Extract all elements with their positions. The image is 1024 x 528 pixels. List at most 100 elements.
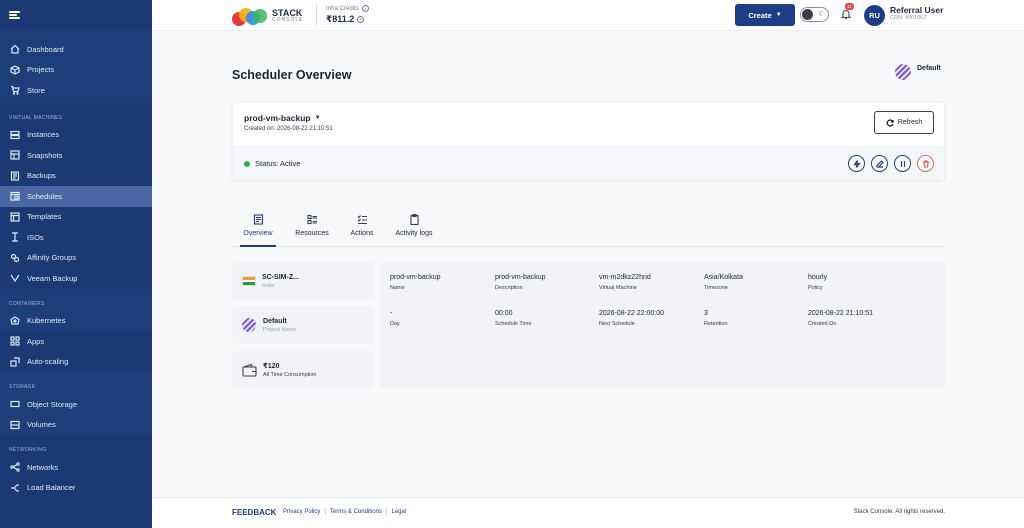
sidebar-item-volumes[interactable]: Volumes [0, 415, 152, 436]
project-name: Default [917, 64, 941, 72]
server-icon [9, 129, 20, 140]
logo-mark-icon [232, 6, 268, 26]
sidebar-item-backups[interactable]: Backups [0, 166, 152, 187]
notification-bell[interactable]: 11 [840, 3, 854, 22]
project-card: Default Project Name [232, 306, 374, 344]
schedule-selector[interactable]: prod-vm-backup ▼ [244, 113, 933, 123]
bucket-icon [9, 399, 20, 410]
project-avatar-icon [242, 318, 256, 332]
sidebar-networking-group: NETWORKING Networks Load Balancer [0, 435, 152, 498]
detail-value: 00:00 [495, 310, 513, 317]
sidebar-item-schedules[interactable]: Schedules [0, 186, 152, 207]
sidebar-item-veeam-backup[interactable]: Veeam Backup [0, 268, 152, 289]
user-info[interactable]: Referral User CRN: #001067 [890, 5, 943, 22]
detail-virtual-machine: vm-m2dkz22hnd Virtual Machine [599, 274, 651, 291]
sidebar-item-label: Templates [27, 212, 62, 222]
detail-value: 3 [704, 310, 708, 317]
sidebar-containers-group-2: Apps Auto-scaling [0, 331, 152, 372]
add-credits-icon[interactable]: + [357, 16, 365, 23]
loadbalancer-icon [9, 482, 20, 493]
project-selector[interactable]: Default [895, 64, 941, 80]
sidebar-item-isos[interactable]: ISOs [0, 227, 152, 248]
sidebar-item-label: Apps [27, 336, 45, 346]
footer-links: Privacy Policy | Terms & Conditions | Le… [283, 509, 406, 515]
detail-value: prod-vm-backup [495, 274, 546, 281]
legal-link[interactable]: Legal [392, 509, 407, 515]
schedule-card: prod-vm-backup ▼ Created on: 2026-08-22 … [232, 102, 945, 180]
kubernetes-icon [9, 315, 20, 326]
pause-button[interactable] [894, 155, 911, 172]
infra-credits: Infra Credits i ₹811.2 + [326, 5, 369, 25]
consumption-label: All Time Consumption [263, 372, 317, 378]
sidebar-item-label: Load Balancer [27, 483, 76, 493]
sidebar-item-label: Kubernetes [27, 316, 66, 326]
resources-icon [306, 214, 317, 225]
sidebar-item-projects[interactable]: Projects [0, 60, 152, 81]
region-country: India [262, 282, 274, 289]
sidebar-item-store[interactable]: Store [0, 80, 152, 101]
schedule-icon [9, 191, 20, 202]
india-flag-icon [242, 276, 256, 286]
sidebar-item-apps[interactable]: Apps [0, 331, 152, 352]
sidebar-item-label: Affinity Groups [27, 253, 77, 263]
terms-link[interactable]: Terms & Conditions [330, 509, 382, 515]
tab-actions[interactable]: Actions [346, 214, 378, 247]
logo-text: STACK CONSOLE [272, 9, 303, 23]
sidebar-containers-group: CONTAINERS Kubernetes [0, 288, 152, 332]
user-crn: CRN: #001067 [890, 15, 927, 22]
privacy-policy-link[interactable]: Privacy Policy [283, 509, 320, 515]
menu-icon[interactable] [9, 11, 20, 19]
delete-button[interactable] [917, 155, 934, 172]
sidebar: Dashboard Projects Store VIRTUAL MACHINE… [0, 0, 152, 528]
sidebar-item-templates[interactable]: Templates [0, 207, 152, 228]
feedback-link[interactable]: FEEDBACK [232, 508, 276, 517]
clipboard-icon [409, 214, 419, 225]
avatar[interactable]: RU [864, 5, 885, 26]
cart-icon [9, 85, 20, 96]
sun-icon [802, 9, 813, 20]
create-button[interactable]: Create ▼ [735, 4, 795, 26]
pause-icon [900, 160, 905, 167]
detail-value: 2026-08-22 21:10:51 [808, 310, 873, 317]
veeam-icon [9, 273, 20, 284]
sidebar-top [0, 0, 152, 30]
sidebar-item-label: Store [27, 85, 45, 95]
sidebar-item-label: Dashboard [27, 44, 64, 54]
tab-label: Actions [350, 230, 374, 237]
tab-activity-logs[interactable]: Activity logs [390, 214, 438, 247]
notification-badge: 11 [845, 3, 854, 10]
detail-value: hourly [808, 274, 828, 281]
overview-icon [253, 214, 263, 225]
sidebar-item-instances[interactable]: Instances [0, 125, 152, 146]
project-avatar-icon [895, 64, 911, 80]
sidebar-item-kubernetes[interactable]: Kubernetes [0, 311, 152, 332]
sidebar-item-label: Instances [27, 130, 60, 140]
sidebar-item-object-storage[interactable]: Object Storage [0, 394, 152, 415]
info-icon[interactable]: i [361, 5, 369, 12]
detail-key: Policy [808, 285, 823, 291]
sidebar-item-affinity-groups[interactable]: Affinity Groups [0, 248, 152, 269]
chevron-down-icon: ▼ [775, 12, 782, 18]
sidebar-heading-storage: STORAGE [9, 384, 36, 390]
stack-console-logo[interactable]: STACK CONSOLE [232, 6, 303, 26]
sidebar-item-dashboard[interactable]: Dashboard [0, 39, 152, 60]
sidebar-item-auto-scaling[interactable]: Auto-scaling [0, 352, 152, 373]
created-on: Created on: 2026-08-22 21:10:51 [244, 126, 333, 132]
checklist-icon [357, 215, 367, 225]
sidebar-item-load-balancer[interactable]: Load Balancer [0, 478, 152, 499]
tab-label: Overview [243, 230, 273, 237]
logo-line-2: CONSOLE [272, 17, 304, 23]
sidebar-item-label: Object Storage [27, 399, 78, 409]
sidebar-item-snapshots[interactable]: Snapshots [0, 145, 152, 166]
tab-overview[interactable]: Overview [240, 214, 276, 247]
edit-button[interactable] [871, 155, 888, 172]
refresh-button[interactable]: Refresh [874, 111, 934, 134]
top-header: STACK CONSOLE Infra Credits i ₹811.2 + Cre… [152, 0, 1024, 31]
theme-toggle[interactable]: ☾ [800, 7, 829, 22]
run-now-button[interactable] [848, 155, 865, 172]
sidebar-item-label: Networks [27, 462, 59, 472]
credits-value: ₹811.2 [326, 14, 355, 24]
detail-value: Asia/Kolkata [704, 274, 743, 281]
sidebar-item-networks[interactable]: Networks [0, 457, 152, 478]
tab-resources[interactable]: Resources [291, 214, 333, 247]
